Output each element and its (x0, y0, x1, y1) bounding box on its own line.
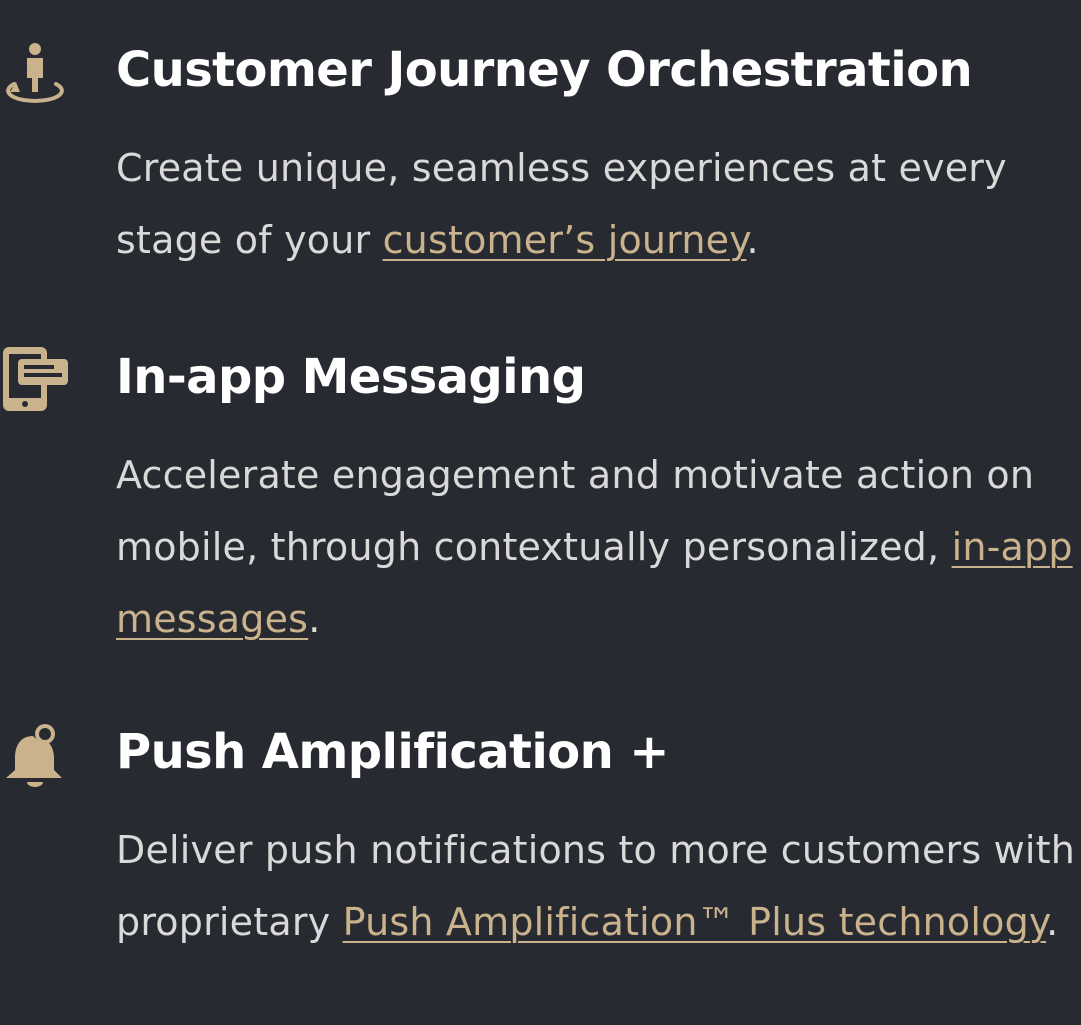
feature-description: Accelerate engagement and motivate actio… (116, 439, 1078, 655)
description-text: Accelerate engagement and motivate actio… (116, 453, 1035, 569)
feature-description: Create unique, seamless experiences at e… (116, 132, 1078, 276)
person-orbit-icon (0, 40, 70, 110)
description-text-end: . (746, 218, 759, 262)
push-amplification-link[interactable]: Push Amplification™ Plus technology (343, 900, 1047, 944)
customer-journey-link[interactable]: customer’s journey (383, 218, 747, 262)
description-text-end: . (308, 597, 321, 641)
feature-title: Customer Journey Orchestration (116, 42, 973, 98)
feature-title: In-app Messaging (116, 349, 586, 405)
description-text-end: . (1046, 900, 1059, 944)
mobile-message-icon (0, 345, 70, 415)
feature-title: Push Amplification + (116, 724, 670, 780)
feature-description: Deliver push notifications to more custo… (116, 814, 1078, 958)
bell-icon (0, 722, 70, 792)
